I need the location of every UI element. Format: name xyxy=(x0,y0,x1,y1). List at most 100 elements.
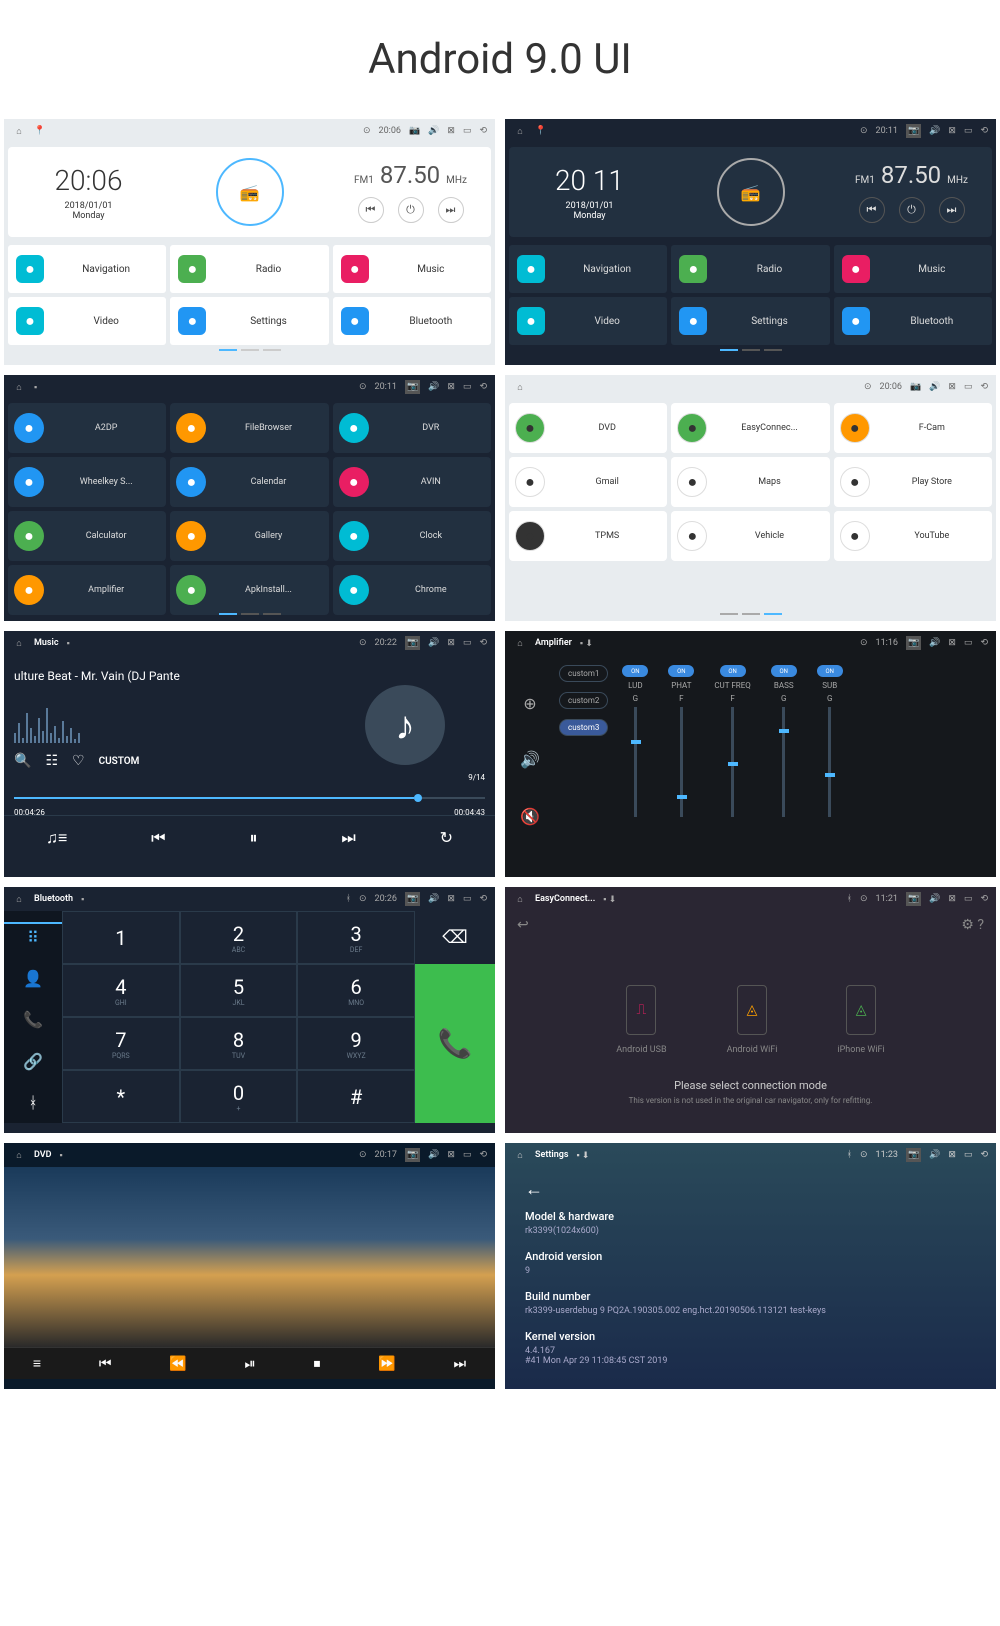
prev-button[interactable]: ⏮ xyxy=(151,828,165,848)
app-apkinstall[interactable]: ●ApkInstall... xyxy=(170,565,328,615)
window-icon[interactable]: ▭ xyxy=(463,382,472,392)
app-calculator[interactable]: ●Calculator xyxy=(8,511,166,561)
forward-button[interactable]: ⏩ xyxy=(378,1356,395,1372)
key-5[interactable]: 5JKL xyxy=(180,964,298,1017)
next-button[interactable]: ⏭ xyxy=(453,1356,466,1372)
eq-band-bass[interactable]: ONBASSG xyxy=(771,665,797,855)
app-settings[interactable]: ●Settings xyxy=(170,297,328,345)
app-dvd[interactable]: ●DVD xyxy=(509,403,667,453)
camera-icon[interactable]: 📷 xyxy=(405,1148,420,1162)
back-icon[interactable]: ⟲ xyxy=(980,1150,988,1160)
app-fcam[interactable]: ●F-Cam xyxy=(834,403,992,453)
ec-back-icon[interactable]: ↩ xyxy=(517,917,529,933)
contacts-tab[interactable]: 👤 xyxy=(23,969,43,988)
rewind-button[interactable]: ⏪ xyxy=(169,1356,186,1372)
playlist-icon[interactable]: ♫≡ xyxy=(46,828,67,848)
app-wheelkeys[interactable]: ●Wheelkey S... xyxy=(8,457,166,507)
volume-icon[interactable]: 🔊 xyxy=(929,126,940,136)
window-icon[interactable]: ▭ xyxy=(463,1150,472,1160)
camera-icon[interactable]: 📷 xyxy=(906,1148,921,1162)
app-gallery[interactable]: ●Gallery xyxy=(170,511,328,561)
dialpad-tab[interactable]: ⠿ xyxy=(4,922,62,947)
mode-android-usb[interactable]: ⎍ Android USB xyxy=(616,985,666,1055)
back-icon[interactable]: ⟲ xyxy=(980,382,988,392)
app-bluetooth[interactable]: ●Bluetooth xyxy=(333,297,491,345)
mode-iphone-wifi[interactable]: ◬ iPhone WiFi xyxy=(837,985,884,1055)
preset-custom1[interactable]: custom1 xyxy=(559,665,608,682)
app-easyconnec[interactable]: ●EasyConnec... xyxy=(671,403,829,453)
power-button[interactable]: ⏻ xyxy=(398,197,424,223)
back-icon[interactable]: ⟲ xyxy=(479,638,487,648)
window-icon[interactable]: ▭ xyxy=(964,126,973,136)
back-icon[interactable]: ⟲ xyxy=(980,638,988,648)
app-vehicle[interactable]: ●Vehicle xyxy=(671,511,829,561)
volume-icon[interactable]: 🔊 xyxy=(428,382,439,392)
window-icon[interactable]: ▭ xyxy=(964,894,973,904)
progress-slider[interactable] xyxy=(14,790,485,806)
pause-button[interactable]: ⏸ xyxy=(249,828,257,848)
eq-icon[interactable]: ☷ xyxy=(45,753,58,769)
menu-button[interactable]: ≡ xyxy=(33,1355,41,1372)
app-video[interactable]: ●Video xyxy=(8,297,166,345)
camera-icon[interactable]: 📷 xyxy=(906,124,921,138)
heart-icon[interactable]: ♡ xyxy=(72,753,85,769)
volume-icon[interactable]: 🔊 xyxy=(929,894,940,904)
close-icon[interactable]: ⊠ xyxy=(948,382,956,392)
call-button[interactable]: 📞 xyxy=(415,964,495,1123)
calls-tab[interactable]: 📞 xyxy=(23,1010,43,1029)
volume-icon[interactable]: 🔊 xyxy=(929,638,940,648)
home-icon[interactable]: ⌂ xyxy=(513,1148,527,1162)
next-button[interactable]: ⏭ xyxy=(939,197,965,223)
camera-icon[interactable]: 📷 xyxy=(906,636,921,650)
app-navigation[interactable]: ●Navigation xyxy=(8,245,166,293)
key-8[interactable]: 8TUV xyxy=(180,1017,298,1070)
app-calendar[interactable]: ●Calendar xyxy=(170,457,328,507)
camera-icon[interactable]: 📷 xyxy=(405,892,420,906)
volume-icon[interactable]: 🔊 xyxy=(929,1150,940,1160)
key-4[interactable]: 4GHI xyxy=(62,964,180,1017)
back-icon[interactable]: ⟲ xyxy=(479,894,487,904)
prev-button[interactable]: ⏮ xyxy=(358,197,384,223)
play-button[interactable]: ⏯ xyxy=(244,1356,255,1372)
close-icon[interactable]: ⊠ xyxy=(447,894,455,904)
camera-icon[interactable]: 📷 xyxy=(405,380,420,394)
backspace-button[interactable]: ⌫ xyxy=(415,911,495,964)
close-icon[interactable]: ⊠ xyxy=(948,1150,956,1160)
close-icon[interactable]: ⊠ xyxy=(948,638,956,648)
app-navigation[interactable]: ●Navigation xyxy=(509,245,667,293)
volume-icon[interactable]: 🔊 xyxy=(428,1150,439,1160)
bt-settings-tab[interactable]: ᚼ xyxy=(28,1093,38,1112)
key-1[interactable]: 1 xyxy=(62,911,180,964)
home-icon[interactable]: ⌂ xyxy=(12,380,26,394)
eq-band-cut freq[interactable]: ONCUT FREQF xyxy=(714,665,750,855)
camera-icon[interactable]: 📷 xyxy=(405,636,420,650)
home-icon[interactable]: ⌂ xyxy=(513,380,527,394)
app-dvr[interactable]: ●DVR xyxy=(333,403,491,453)
setting-model-hardware[interactable]: Model & hardwarerk3399(1024x600) xyxy=(525,1210,976,1236)
app-playstore[interactable]: ●Play Store xyxy=(834,457,992,507)
ec-settings-icon[interactable]: ⚙ ? xyxy=(961,917,984,933)
window-icon[interactable]: ▭ xyxy=(463,894,472,904)
search-icon[interactable]: 🔍 xyxy=(14,753,31,769)
prev-button[interactable]: ⏮ xyxy=(99,1356,112,1372)
home-icon[interactable]: ⌂ xyxy=(12,892,26,906)
app-chrome[interactable]: ●Chrome xyxy=(333,565,491,615)
link-tab[interactable]: 🔗 xyxy=(23,1052,43,1071)
volume-icon[interactable]: 🔊 xyxy=(428,126,439,136)
window-icon[interactable]: ▭ xyxy=(964,382,973,392)
key-*[interactable]: * xyxy=(62,1070,180,1123)
setting-build-number[interactable]: Build numberrk3399-userdebug 9 PQ2A.1903… xyxy=(525,1290,976,1316)
eq-band-sub[interactable]: ONSUBG xyxy=(817,665,843,855)
close-icon[interactable]: ⊠ xyxy=(948,126,956,136)
app-bluetooth[interactable]: ●Bluetooth xyxy=(834,297,992,345)
close-icon[interactable]: ⊠ xyxy=(447,638,455,648)
app-clock[interactable]: ●Clock xyxy=(333,511,491,561)
eq-band-lud[interactable]: ONLUDG xyxy=(622,665,648,855)
preset-custom3[interactable]: custom3 xyxy=(559,719,608,736)
next-button[interactable]: ⏭ xyxy=(438,197,464,223)
key-2[interactable]: 2ABC xyxy=(180,911,298,964)
app-a2dp[interactable]: ●A2DP xyxy=(8,403,166,453)
setting-android-version[interactable]: Android version9 xyxy=(525,1250,976,1276)
back-icon[interactable]: ⟲ xyxy=(980,126,988,136)
app-radio[interactable]: ●Radio xyxy=(671,245,829,293)
